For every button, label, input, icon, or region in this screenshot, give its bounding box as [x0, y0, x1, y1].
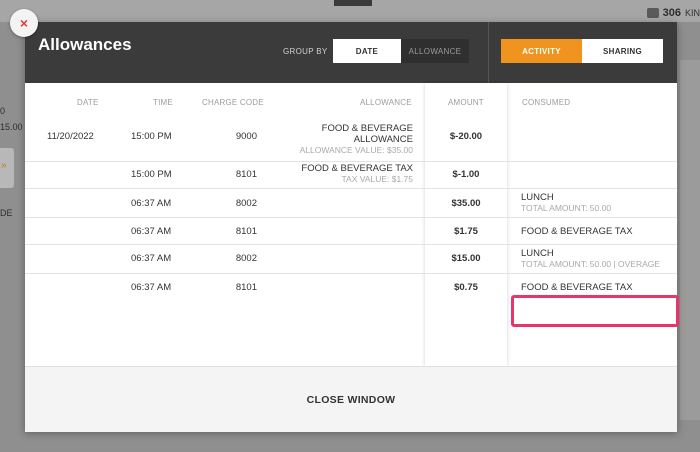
background-counter-suffix: KIN — [684, 8, 700, 18]
allowance-name-cont: ALLOWANCE — [353, 134, 413, 145]
background-counter-value: 306 — [662, 7, 681, 19]
close-modal-button[interactable]: × — [10, 9, 38, 37]
column-header-charge-code: CHARGE CODE — [202, 98, 264, 107]
modal-header: Allowances GROUP BY DATE ALLOWANCE ACTIV… — [25, 22, 677, 83]
background-right-panel — [680, 60, 700, 420]
cell-amount: $15.00 — [451, 253, 481, 264]
close-icon: × — [19, 15, 29, 31]
column-header-allowance: ALLOWANCE — [360, 98, 412, 107]
consumed-detail: TOTAL AMOUNT: 50.00 — [521, 203, 612, 213]
column-header-amount: AMOUNT — [448, 98, 484, 107]
modal-footer: CLOSE WINDOW — [25, 366, 677, 432]
background-left-fragment: DE — [0, 208, 13, 218]
table-row[interactable]: 06:37 AM 8002 $15.00 LUNCH TOTAL AMOUNT:… — [25, 245, 677, 274]
cell-consumed: FOOD & BEVERAGE TAX — [521, 226, 633, 237]
cell-amount: $35.00 — [451, 198, 481, 209]
consumed-detail: TOTAL AMOUNT: 50.00 | OVERAGE — [521, 259, 661, 269]
background-top-button — [334, 0, 372, 6]
group-by-date-button[interactable]: DATE — [333, 39, 401, 63]
consumed-item: LUNCH — [521, 192, 554, 203]
background-counter-icon — [646, 8, 659, 18]
cell-amount: $0.75 — [454, 282, 478, 293]
cell-charge-code: 8101 — [235, 282, 257, 293]
consumed-item: LUNCH — [521, 248, 554, 259]
allowances-table: DATE TIME CHARGE CODE ALLOWANCE AMOUNT C… — [25, 83, 679, 366]
column-header-consumed: CONSUMED — [522, 98, 571, 107]
table-header: DATE TIME CHARGE CODE ALLOWANCE AMOUNT C… — [25, 83, 677, 121]
view-toggle: ACTIVITY SHARING — [501, 39, 663, 63]
cell-consumed: LUNCH TOTAL AMOUNT: 50.00 — [521, 192, 611, 214]
cell-allowance: FOOD & BEVERAGE ALLOWANCE ALLOWANCE VALU… — [275, 123, 413, 156]
column-header-time: TIME — [153, 98, 173, 107]
background-left-fragment: 0 — [0, 106, 6, 116]
allowance-name: FOOD & BEVERAGE TAX — [301, 163, 413, 174]
cell-amount: $-20.00 — [449, 131, 483, 142]
chevron-double-icon: » — [1, 160, 7, 171]
allowances-modal: Allowances GROUP BY DATE ALLOWANCE ACTIV… — [25, 22, 679, 432]
cell-amount: $1.75 — [454, 226, 478, 237]
allowance-value: TAX VALUE: $1.75 — [341, 174, 414, 184]
cell-consumed: FOOD & BEVERAGE TAX — [521, 282, 633, 293]
cell-time: 06:37 AM — [131, 198, 172, 209]
modal-title: Allowances — [38, 35, 132, 54]
cell-date: 11/20/2022 — [47, 131, 94, 142]
background-left-fragment: 15.00 — [0, 122, 23, 132]
allowance-value: ALLOWANCE VALUE: $35.00 — [299, 145, 413, 155]
column-header-date: DATE — [77, 98, 99, 107]
cell-charge-code: 8101 — [235, 169, 257, 180]
table-row[interactable]: 06:37 AM 8002 $35.00 LUNCH TOTAL AMOUNT:… — [25, 189, 677, 218]
cell-charge-code: 8002 — [235, 253, 257, 264]
table-body: 11/20/2022 15:00 PM 9000 FOOD & BEVERAGE… — [25, 121, 677, 302]
table-row[interactable]: 11/20/2022 15:00 PM 9000 FOOD & BEVERAGE… — [25, 121, 677, 162]
cell-charge-code: 8002 — [235, 198, 257, 209]
group-by-toggle: DATE ALLOWANCE — [333, 39, 469, 63]
group-by-label: GROUP BY — [283, 47, 328, 56]
cell-time: 06:37 AM — [131, 253, 172, 264]
cell-allowance: FOOD & BEVERAGE TAX TAX VALUE: $1.75 — [275, 163, 413, 185]
table-row[interactable]: 15:00 PM 8101 FOOD & BEVERAGE TAX TAX VA… — [25, 162, 677, 189]
cell-time: 06:37 AM — [131, 282, 172, 293]
overage-highlight-box — [511, 295, 679, 327]
group-by-allowance-button[interactable]: ALLOWANCE — [401, 39, 469, 63]
allowance-name: FOOD & BEVERAGE — [321, 123, 413, 134]
cell-charge-code: 9000 — [235, 131, 257, 142]
background-counter: 306 KIN — [646, 7, 700, 19]
tab-activity[interactable]: ACTIVITY — [501, 39, 582, 63]
cell-time: 15:00 PM — [131, 169, 172, 180]
table-row[interactable]: 06:37 AM 8101 $1.75 FOOD & BEVERAGE TAX — [25, 218, 677, 245]
cell-time: 15:00 PM — [131, 131, 172, 142]
consumed-item: FOOD & BEVERAGE TAX — [521, 226, 633, 237]
cell-amount: $-1.00 — [452, 169, 480, 180]
background-left-box: » — [0, 148, 14, 188]
close-window-button[interactable]: CLOSE WINDOW — [307, 394, 396, 406]
cell-time: 06:37 AM — [131, 226, 172, 237]
cell-charge-code: 8101 — [235, 226, 257, 237]
consumed-item: FOOD & BEVERAGE TAX — [521, 282, 633, 293]
cell-consumed: LUNCH TOTAL AMOUNT: 50.00 | OVERAGE — [521, 248, 660, 270]
tab-sharing[interactable]: SHARING — [582, 39, 663, 63]
header-divider — [488, 22, 489, 83]
